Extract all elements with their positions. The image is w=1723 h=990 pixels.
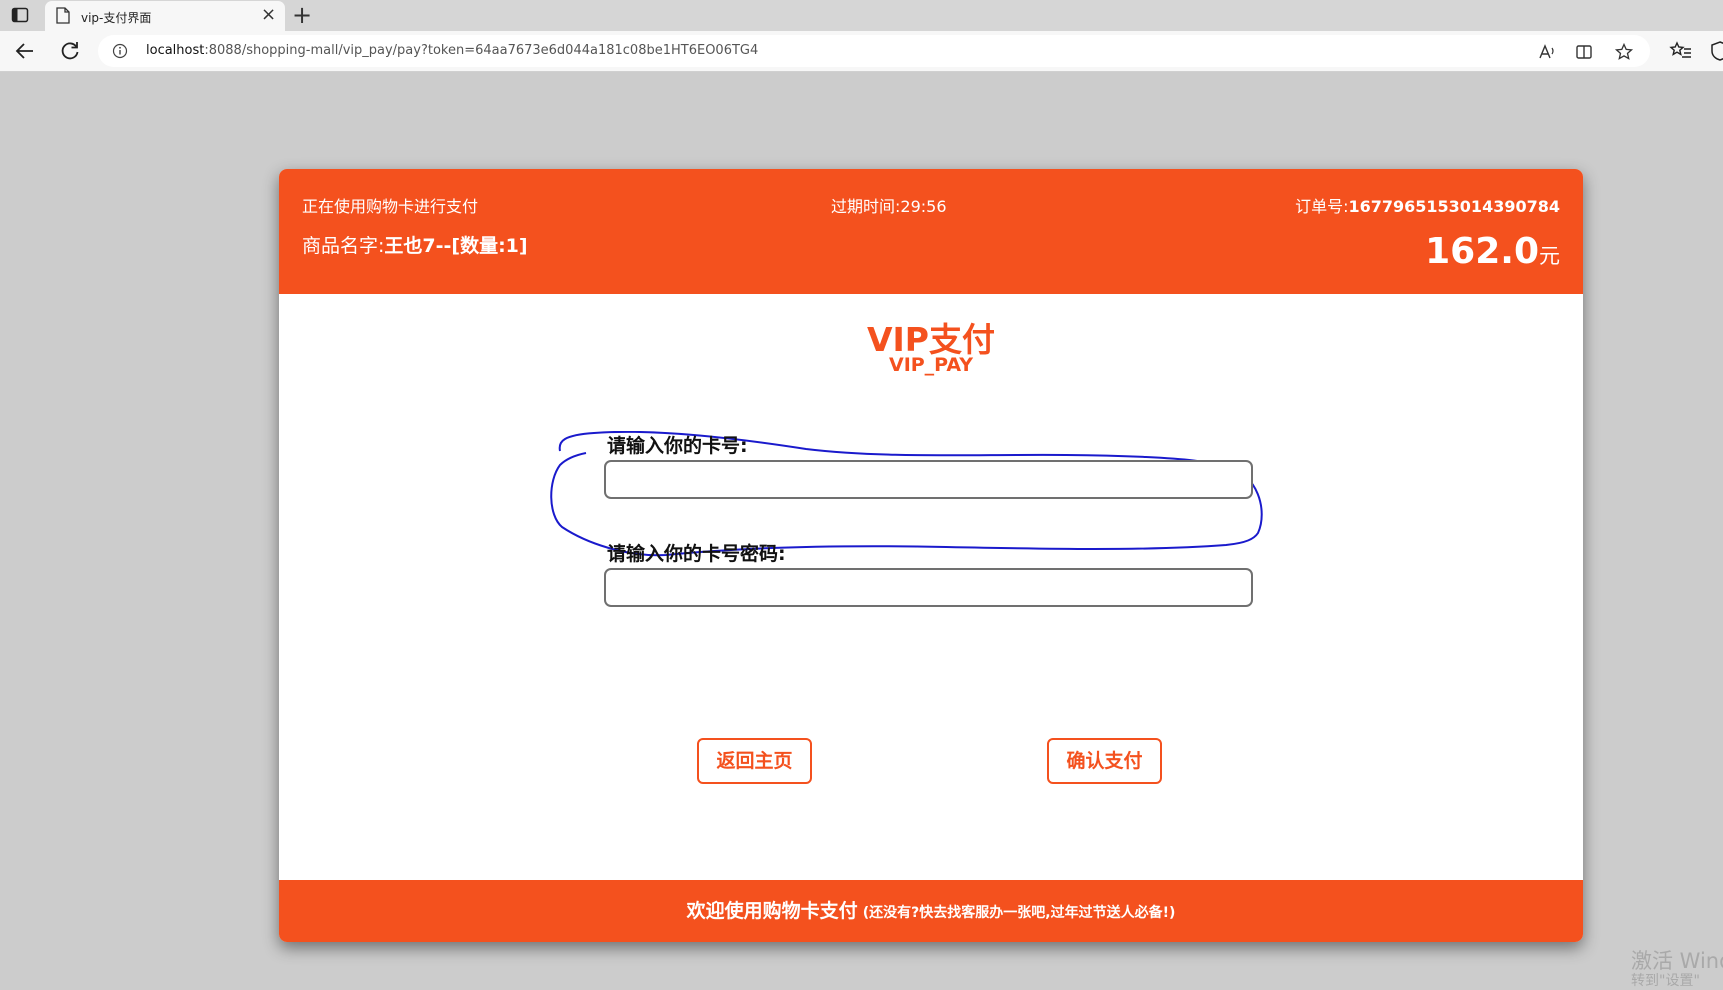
product-name: 商品名字:王也7--[数量:1] xyxy=(302,235,528,257)
card-password-label: 请输入你的卡号密码: xyxy=(607,543,786,565)
favorites-list-icon[interactable] xyxy=(1669,39,1693,63)
activation-watermark-sub: 转到"设置" xyxy=(1631,973,1700,989)
expire-timer: 过期时间:29:56 xyxy=(831,197,947,216)
browser-essentials-icon[interactable] xyxy=(1708,39,1723,63)
tab-actions-icon[interactable] xyxy=(11,7,29,23)
split-screen-icon[interactable] xyxy=(1574,42,1594,62)
page-subtitle: VIP_PAY xyxy=(888,354,974,376)
order-number: 订单号:1677965153014390784 xyxy=(1295,197,1560,216)
tab-strip: vip-支付界面 × + xyxy=(0,0,1723,31)
refresh-icon[interactable] xyxy=(58,39,82,63)
price: 162.0元 xyxy=(1425,231,1560,272)
order-header: 正在使用购物卡进行支付 过期时间:29:56 订单号:1677965153014… xyxy=(279,169,1583,294)
card-number-input[interactable] xyxy=(604,460,1253,499)
url-text[interactable]: localhost:8088/shopping-mall/vip_pay/pay… xyxy=(146,43,758,58)
address-bar[interactable]: localhost:8088/shopping-mall/vip_pay/pay… xyxy=(98,35,1650,67)
read-aloud-icon[interactable] xyxy=(1537,42,1557,62)
navigation-bar: localhost:8088/shopping-mall/vip_pay/pay… xyxy=(0,31,1723,72)
payment-status: 正在使用购物卡进行支付 xyxy=(302,197,479,216)
payment-card: 正在使用购物卡进行支付 过期时间:29:56 订单号:1677965153014… xyxy=(279,169,1583,942)
new-tab-icon[interactable]: + xyxy=(292,2,312,28)
back-home-button[interactable]: 返回主页 xyxy=(697,738,812,784)
footer-hint: (还没有?快去找客服办一张吧,过年过节送人必备!) xyxy=(862,905,1176,921)
card-password-input[interactable] xyxy=(604,568,1253,607)
back-arrow-icon[interactable] xyxy=(13,39,37,63)
site-info-icon[interactable] xyxy=(112,43,128,59)
footer-banner: 欢迎使用购物卡支付 (还没有?快去找客服办一张吧,过年过节送人必备!) xyxy=(279,880,1583,942)
tab-close-icon[interactable]: × xyxy=(261,5,276,25)
confirm-pay-button[interactable]: 确认支付 xyxy=(1047,738,1162,784)
card-number-label: 请输入你的卡号: xyxy=(607,435,748,457)
browser-tab[interactable]: vip-支付界面 × xyxy=(45,1,285,31)
footer-welcome: 欢迎使用购物卡支付 xyxy=(686,900,858,922)
tab-title: vip-支付界面 xyxy=(81,11,152,25)
favorite-star-icon[interactable] xyxy=(1614,42,1634,62)
page-icon xyxy=(56,7,70,24)
